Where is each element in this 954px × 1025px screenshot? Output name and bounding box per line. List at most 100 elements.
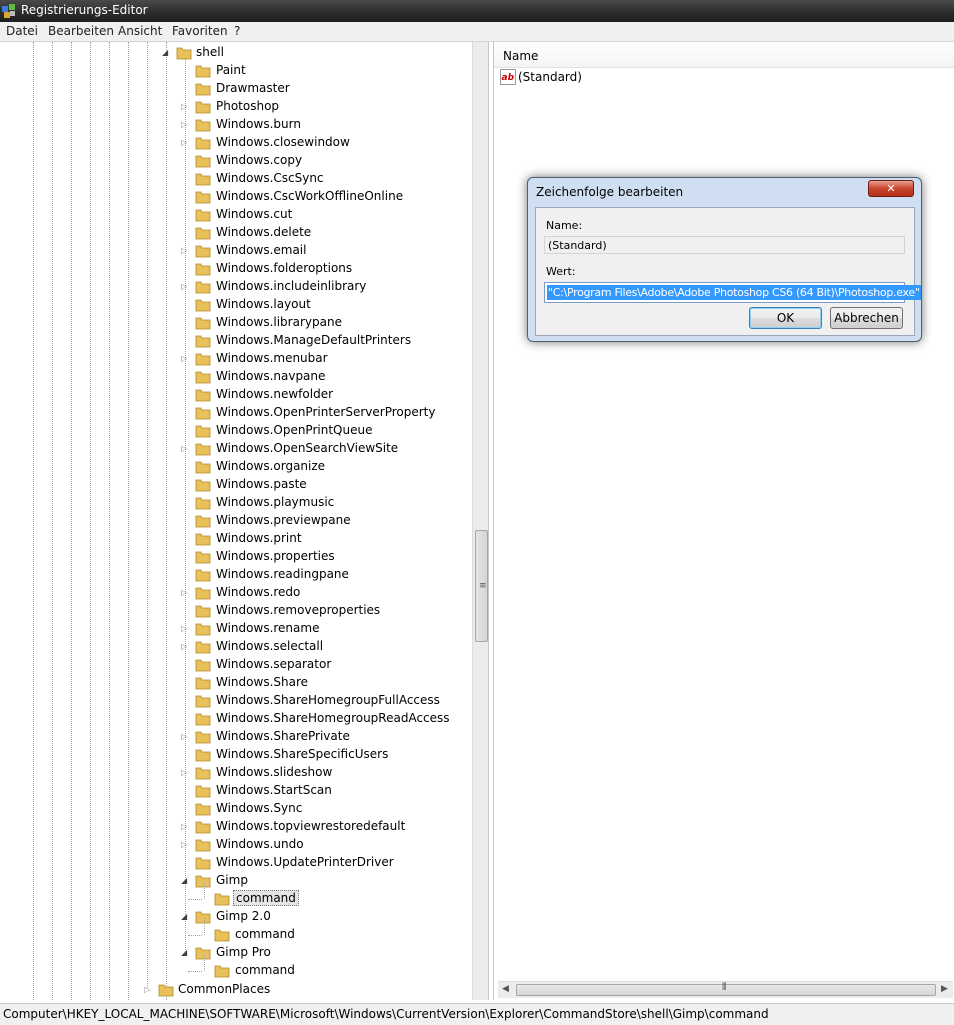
tree-item-label: Photoshop [216, 99, 280, 113]
tree-item-label: shell [196, 45, 224, 59]
folder-icon [195, 533, 211, 546]
folder-icon [195, 947, 211, 960]
expand-arrow-icon[interactable]: ▷ [181, 120, 189, 130]
folder-icon [195, 749, 211, 762]
tree-item-label: Windows.redo [216, 585, 301, 599]
folder-icon [195, 209, 211, 222]
tree-guide-line [204, 918, 205, 935]
tree-item-label: Windows.OpenSearchViewSite [216, 441, 399, 455]
expand-arrow-icon[interactable]: ▷ [181, 246, 189, 256]
tree-item-label: Windows.librarypane [216, 315, 342, 329]
expand-arrow-icon[interactable]: ▷ [181, 102, 189, 112]
folder-icon [195, 839, 211, 852]
folder-icon [195, 641, 211, 654]
scroll-right-icon[interactable]: ▶ [941, 984, 948, 994]
menu-bearbeiten[interactable]: Bearbeiten [48, 24, 114, 38]
folder-icon [195, 83, 211, 96]
grip-icon: ≡ [479, 581, 487, 591]
window-title: Registrierungs-Editor [21, 3, 148, 17]
folder-icon [195, 299, 211, 312]
close-button[interactable]: ✕ [868, 180, 914, 197]
tree-item-label: command [235, 963, 295, 977]
tree-item-label: Windows.OpenPrintQueue [216, 423, 373, 437]
menu-ansicht[interactable]: Ansicht [118, 24, 162, 38]
status-bar: Computer\HKEY_LOCAL_MACHINE\SOFTWARE\Mic… [0, 1003, 954, 1025]
expand-arrow-icon[interactable]: ▷ [181, 624, 189, 634]
tree-item-label: Windows.undo [216, 837, 304, 851]
scrollbar-thumb[interactable]: ≡ [475, 530, 488, 642]
tree-guide-line [204, 954, 205, 971]
cancel-button[interactable]: Abbrechen [830, 307, 903, 329]
value-data-input[interactable]: "C:\Program Files\Adobe\Adobe Photoshop … [544, 282, 921, 303]
edit-string-dialog: Zeichenfolge bearbeiten ✕ Name: (Standar… [527, 177, 922, 342]
collapse-arrow-icon[interactable]: ◢ [181, 948, 189, 958]
tree-item-label: Gimp [216, 873, 248, 887]
expand-arrow-icon[interactable]: ▷ [181, 588, 189, 598]
folder-icon [195, 551, 211, 564]
expand-arrow-icon[interactable]: ▷ [181, 840, 189, 850]
tree-item-label: CommonPlaces [178, 982, 271, 996]
folder-icon [158, 984, 174, 997]
registry-tree[interactable]: ◢ shell Paint Drawmaster ▷ Photoshop ▷ Window… [0, 42, 489, 1000]
folder-icon [195, 587, 211, 600]
tree-vertical-scrollbar[interactable]: ≡ [472, 42, 488, 1000]
folder-icon [195, 389, 211, 402]
tree-item-label: Windows.readingpane [216, 567, 349, 581]
expand-arrow-icon[interactable]: ▷ [181, 642, 189, 652]
tree-item-label: Windows.removeproperties [216, 603, 381, 617]
folder-icon [195, 911, 211, 924]
scroll-left-icon[interactable]: ◀ [502, 984, 509, 994]
expand-arrow-icon[interactable]: ▷ [181, 732, 189, 742]
expand-arrow-icon[interactable]: ▷ [181, 822, 189, 832]
expand-arrow-icon[interactable]: ◢ [162, 48, 170, 58]
name-field: (Standard) [544, 236, 905, 254]
name-field-value: (Standard) [548, 239, 607, 252]
tree-item-label: Windows.playmusic [216, 495, 335, 509]
tree-item-label: Windows.topviewrestoredefault [216, 819, 406, 833]
value-horizontal-scrollbar[interactable]: ◀ ⦀ ▶ [498, 981, 953, 998]
ok-button[interactable]: OK [749, 307, 822, 329]
tree-item-label: Windows.properties [216, 549, 335, 563]
menu-datei[interactable]: Datei [6, 24, 38, 38]
tree-connector-line [188, 935, 202, 936]
expand-arrow-icon[interactable]: ▷ [181, 282, 189, 292]
tree-item-label: Windows.previewpane [216, 513, 351, 527]
expand-arrow-icon[interactable]: ▷ [144, 985, 152, 995]
folder-icon [195, 317, 211, 330]
tree-item-label: Windows.delete [216, 225, 312, 239]
tree-guide-line [147, 42, 148, 988]
collapse-arrow-icon[interactable]: ◢ [181, 876, 189, 886]
scrollbar-thumb[interactable]: ⦀ [516, 982, 936, 996]
close-icon: ✕ [886, 182, 896, 195]
folder-icon [195, 407, 211, 420]
folder-icon [195, 101, 211, 114]
tree-item-label: Paint [216, 63, 246, 77]
folder-icon [195, 569, 211, 582]
tree-item-label: Windows.burn [216, 117, 301, 131]
folder-icon [195, 65, 211, 78]
value-label: Wert: [546, 265, 576, 278]
collapse-arrow-icon[interactable]: ◢ [181, 912, 189, 922]
menu-help[interactable]: ? [234, 24, 240, 38]
tree-item-label: Windows.Sync [216, 801, 303, 815]
grip-icon: ⦀ [722, 982, 727, 993]
tree-guide-line [166, 42, 167, 1000]
folder-icon [195, 659, 211, 672]
expand-arrow-icon[interactable]: ▷ [181, 768, 189, 778]
expand-arrow-icon[interactable]: ▷ [181, 138, 189, 148]
tree-item-label: Windows.CscSync [216, 171, 324, 185]
folder-icon [214, 929, 230, 942]
tree-item-label: Gimp 2.0 [216, 909, 271, 923]
menu-favoriten[interactable]: Favoriten [172, 24, 228, 38]
value-name: (Standard) [518, 70, 582, 84]
tree-guide-line [33, 42, 34, 1000]
folder-icon [195, 695, 211, 708]
folder-open-icon [176, 47, 192, 60]
column-header-name[interactable]: Name [494, 42, 954, 68]
tree-item-label: Windows.cut [216, 207, 293, 221]
tree-item-label: Windows.ShareHomegroupReadAccess [216, 711, 450, 725]
expand-arrow-icon[interactable]: ▷ [181, 444, 189, 454]
expand-arrow-icon[interactable]: ▷ [181, 354, 189, 364]
tree-item-label: Windows.CscWorkOfflineOnline [216, 189, 404, 203]
tree-item-label: Windows.closewindow [216, 135, 350, 149]
